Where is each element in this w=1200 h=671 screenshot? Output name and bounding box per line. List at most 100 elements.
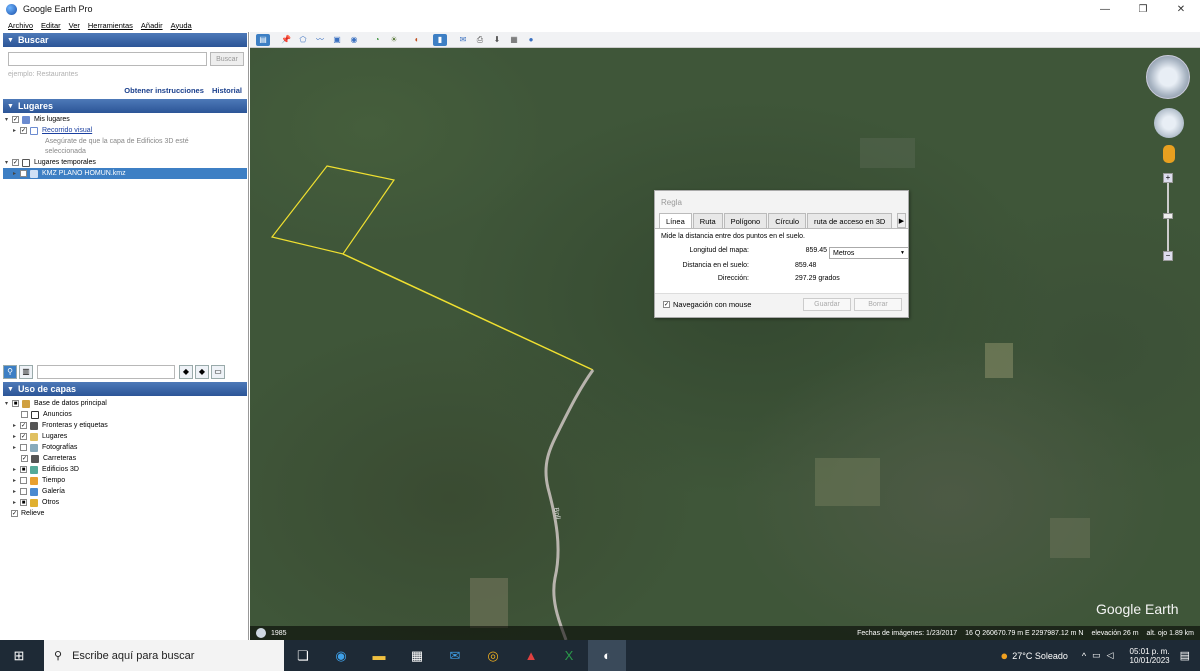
checkbox[interactable]: [20, 477, 27, 484]
planets-icon[interactable]: ◐: [410, 34, 424, 46]
checkbox[interactable]: ✓: [20, 170, 27, 177]
tab-polygon[interactable]: Polígono: [723, 213, 768, 228]
sidebar-toggle-icon[interactable]: ▤: [256, 33, 270, 46]
print-icon[interactable]: ⎙: [473, 34, 487, 46]
menu-ayuda[interactable]: Ayuda: [171, 21, 192, 30]
tree-item-tour[interactable]: ▸ ✓ Recorrido visual: [3, 125, 247, 136]
tab-line[interactable]: Línea: [659, 213, 692, 228]
zoom-handle[interactable]: [1163, 213, 1173, 219]
layers-header[interactable]: ▼ Uso de capas: [3, 382, 247, 396]
network-icon[interactable]: ▭: [1092, 650, 1101, 661]
search-places-icon[interactable]: ⚲: [3, 364, 17, 379]
tray-chevron-icon[interactable]: ^: [1082, 651, 1086, 661]
task-view-icon[interactable]: ❏: [284, 640, 322, 671]
weather-sun-icon[interactable]: ●: [1000, 648, 1008, 663]
sun-icon[interactable]: ☀: [387, 34, 401, 46]
expand-icon[interactable]: ▸: [11, 433, 18, 440]
checkbox[interactable]: [20, 444, 27, 451]
windows-start-icon[interactable]: ⊞: [4, 640, 34, 671]
search-header[interactable]: ▼ Buscar: [3, 33, 247, 47]
movie-maker-icon[interactable]: ▦: [507, 34, 521, 46]
checkbox[interactable]: ✓: [21, 455, 28, 462]
tab-scroll-icon[interactable]: ▶: [897, 213, 906, 228]
tree-item-kmz[interactable]: ▸ ✓ KMZ PLANO HOMUN.kmz: [3, 168, 247, 179]
edge-icon[interactable]: ◉: [322, 640, 360, 671]
taskbar-search[interactable]: ⚲ Escribe aquí para buscar: [44, 640, 284, 671]
layer-item[interactable]: Anuncios: [3, 409, 247, 420]
email-icon[interactable]: ✉: [456, 34, 470, 46]
zoom-slider[interactable]: + −: [1163, 173, 1173, 263]
notifications-icon[interactable]: ▤: [1180, 649, 1190, 662]
expand-icon[interactable]: ▸: [11, 477, 18, 484]
look-control[interactable]: [1146, 55, 1190, 99]
close-button[interactable]: ✕: [1162, 0, 1200, 18]
mail-icon[interactable]: ✉: [436, 640, 474, 671]
maps-icon[interactable]: ●: [524, 34, 538, 46]
volume-icon[interactable]: ◁: [1107, 650, 1114, 661]
mouse-nav-checkbox[interactable]: ✓: [663, 301, 670, 308]
expand-icon[interactable]: ▸: [11, 488, 18, 495]
layer-item[interactable]: ▸ Fotografías: [3, 442, 247, 453]
expand-icon[interactable]: ▸: [11, 422, 18, 429]
layer-item[interactable]: ▸ Tiempo: [3, 475, 247, 486]
save-image-icon[interactable]: ⬇: [490, 34, 504, 46]
unit-select[interactable]: Metros ▼: [829, 247, 909, 259]
acrobat-icon[interactable]: ▲: [512, 640, 550, 671]
zoom-in-icon[interactable]: +: [1163, 173, 1173, 183]
record-tour-icon[interactable]: ◉: [347, 34, 361, 46]
placemark-icon[interactable]: 📌: [279, 34, 293, 46]
menu-editar[interactable]: Editar: [41, 21, 61, 30]
move-up-icon[interactable]: ◆: [179, 364, 193, 379]
menu-archivo[interactable]: Archivo: [8, 21, 33, 30]
tree-item-label[interactable]: Recorrido visual: [42, 127, 92, 134]
checkbox[interactable]: ✓: [20, 433, 27, 440]
expand-icon[interactable]: ▸: [11, 170, 18, 177]
checkbox[interactable]: ✓: [12, 116, 19, 123]
panel-toggle-icon[interactable]: ▥: [19, 364, 33, 379]
tab-path[interactable]: Ruta: [692, 213, 723, 228]
street-view-pegman-icon[interactable]: [1163, 145, 1175, 163]
folder-options-icon[interactable]: ▭: [211, 364, 225, 379]
layer-item[interactable]: ▸ ✓ Lugares: [3, 431, 247, 442]
menu-anadir[interactable]: Añadir: [141, 21, 163, 30]
move-control[interactable]: [1154, 108, 1184, 138]
historical-imagery-icon[interactable]: ◔: [370, 34, 384, 46]
history-clock-icon[interactable]: [256, 628, 266, 638]
places-filter-input[interactable]: [37, 364, 175, 379]
layer-item[interactable]: ✓ Relieve: [3, 508, 247, 519]
tab-3d-path[interactable]: ruta de acceso en 3D: [807, 213, 893, 228]
expand-icon[interactable]: ▾: [3, 159, 10, 166]
weather-text[interactable]: 27°C Soleado: [1012, 651, 1068, 661]
history-link[interactable]: Historial: [212, 86, 242, 95]
map-view[interactable]: Bnll Google Earth: [250, 48, 1200, 640]
image-overlay-icon[interactable]: ▣: [330, 34, 344, 46]
tab-circle[interactable]: Círculo: [768, 213, 806, 228]
layer-item[interactable]: ▸ ■ Otros: [3, 497, 247, 508]
expand-icon[interactable]: ▸: [11, 466, 18, 473]
store-icon[interactable]: ▦: [398, 640, 436, 671]
google-earth-taskbar-icon[interactable]: ◐: [588, 640, 626, 671]
clock[interactable]: 05:01 p. m. 10/01/2023: [1130, 647, 1170, 665]
polygon-icon[interactable]: ⬠: [296, 34, 310, 46]
save-button[interactable]: Guardar: [803, 298, 851, 311]
layer-item[interactable]: ✓ Carreteras: [3, 453, 247, 464]
ruler-icon[interactable]: ▮: [433, 33, 447, 46]
checkbox[interactable]: ✓: [20, 127, 27, 134]
tree-item-temp-places[interactable]: ▾ ✓ Lugares temporales: [3, 157, 247, 168]
file-explorer-icon[interactable]: ▬: [360, 640, 398, 671]
expand-icon[interactable]: ▸: [11, 499, 18, 506]
expand-icon[interactable]: ▾: [3, 116, 10, 123]
checkbox[interactable]: ■: [20, 499, 27, 506]
checkbox[interactable]: ■: [12, 400, 19, 407]
expand-icon[interactable]: ▸: [11, 444, 18, 451]
checkbox[interactable]: ✓: [20, 422, 27, 429]
menu-herramientas[interactable]: Herramientas: [88, 21, 133, 30]
checkbox[interactable]: ✓: [11, 510, 18, 517]
search-input[interactable]: [8, 52, 207, 66]
checkbox[interactable]: ✓: [12, 159, 19, 166]
menu-ver[interactable]: Ver: [69, 21, 80, 30]
layer-item[interactable]: ▸ ✓ Fronteras y etiquetas: [3, 420, 247, 431]
chrome-icon[interactable]: ◎: [474, 640, 512, 671]
minimize-button[interactable]: —: [1086, 0, 1124, 18]
checkbox[interactable]: ■: [20, 466, 27, 473]
